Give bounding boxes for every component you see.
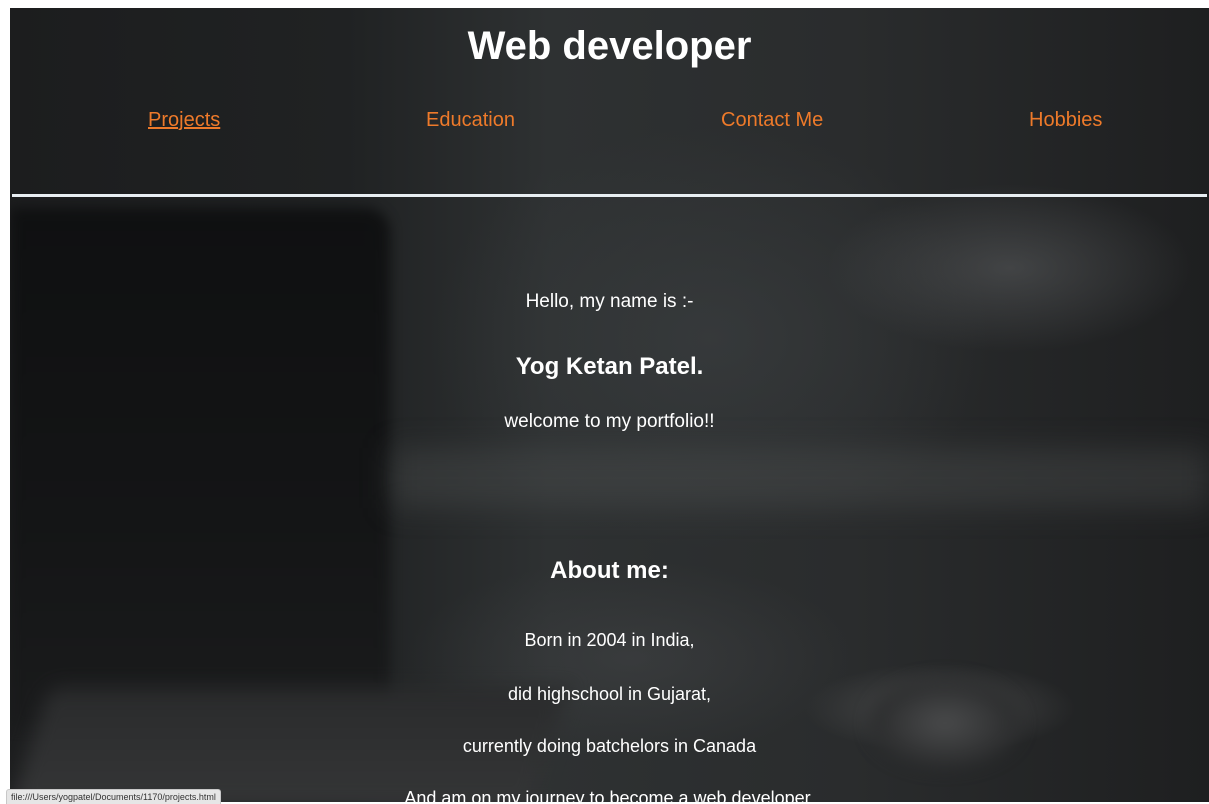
nav-link-projects[interactable]: Projects [148,108,220,132]
nav-link-contact-me[interactable]: Contact Me [721,108,823,132]
owner-name: Yog Ketan Patel. [515,353,704,380]
about-line: currently doing batchelors in Canada [462,736,757,756]
main-nav: Projects Education Contact Me Hobbies [10,108,1209,134]
about-line: did highschool in Gujarat, [507,684,712,704]
site-title: Web developer [467,24,752,68]
about-heading: About me: [550,557,669,584]
nav-link-education[interactable]: Education [426,108,515,132]
header-divider [12,194,1207,197]
about-line: Born in 2004 in India, [524,630,695,650]
welcome-text: welcome to my portfolio!! [504,411,715,432]
page-viewport: Web developer Projects Education Contact… [10,8,1209,802]
main-content: Hello, my name is :- Yog Ketan Patel. we… [10,198,1209,802]
greeting-text: Hello, my name is :- [525,291,694,312]
site-header: Web developer Projects Education Contact… [10,8,1209,198]
nav-link-hobbies[interactable]: Hobbies [1029,108,1102,132]
